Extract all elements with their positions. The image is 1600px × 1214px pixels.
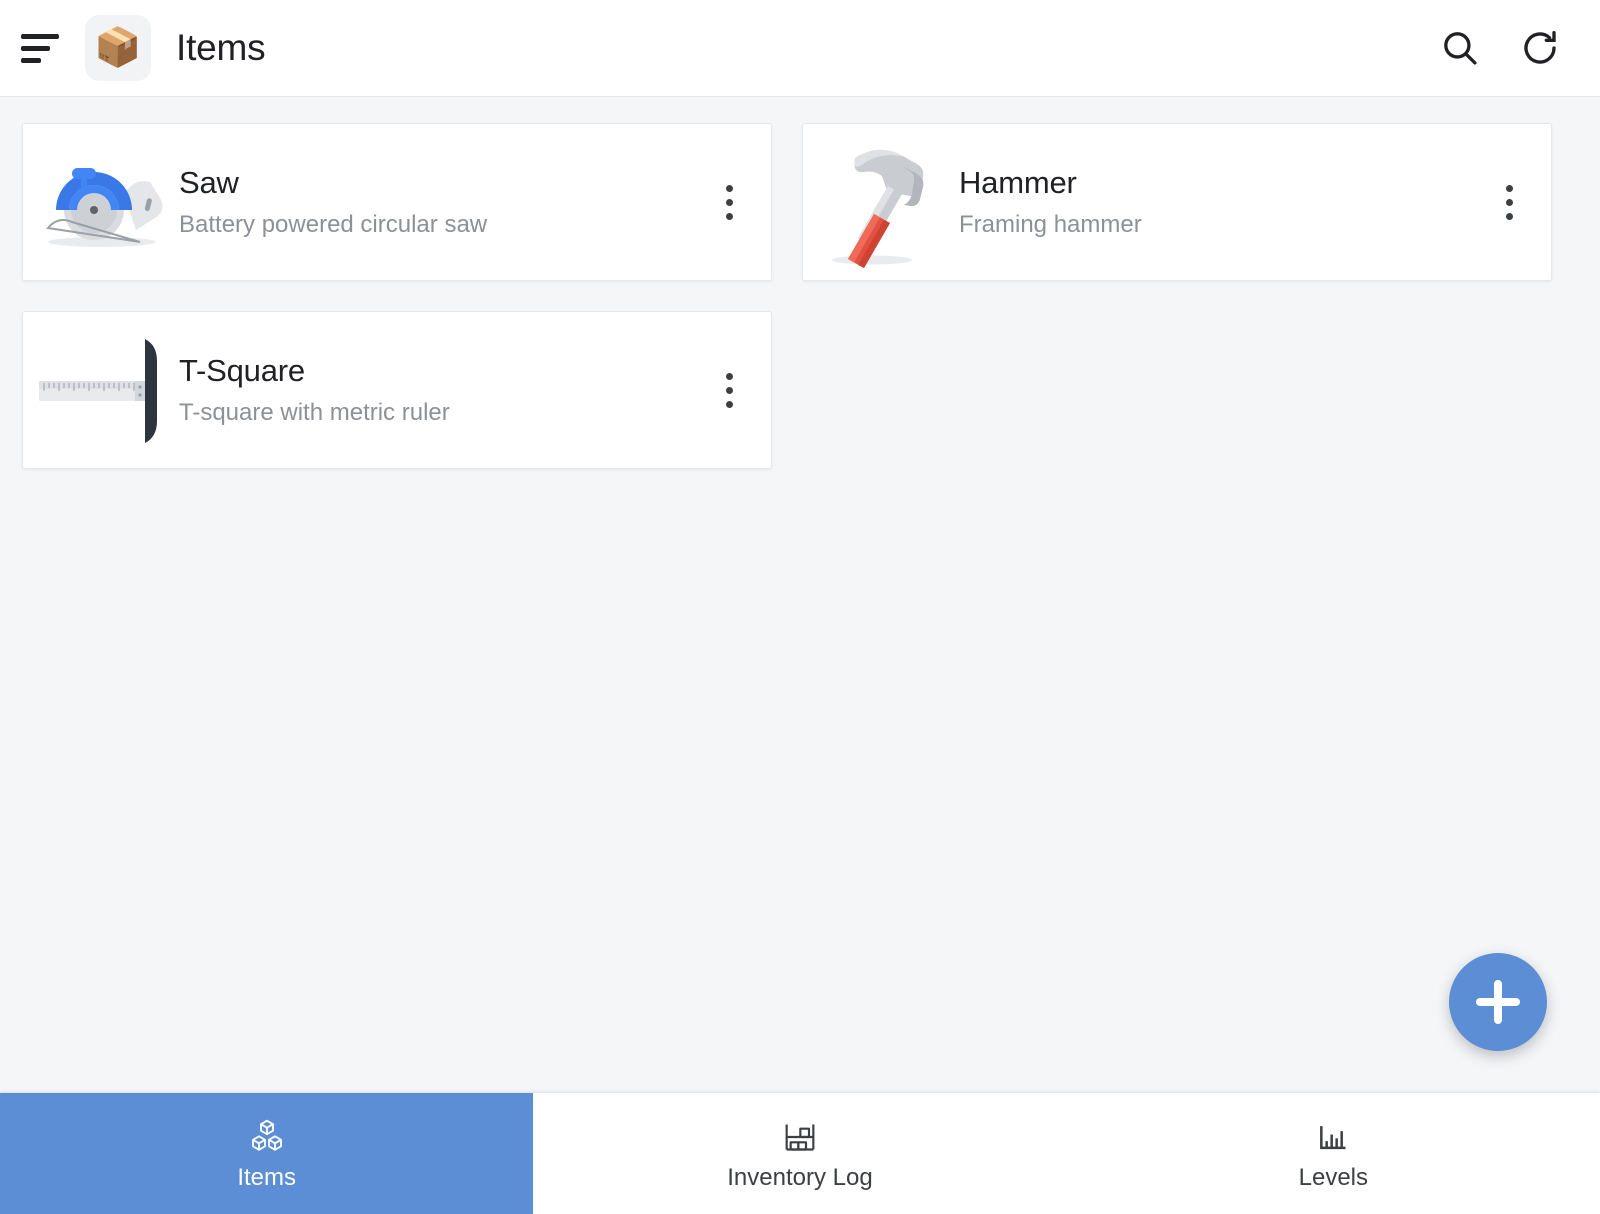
more-vertical-icon-dot — [725, 212, 733, 220]
item-title: Saw — [179, 165, 239, 200]
bar-chart-icon — [1313, 1117, 1353, 1157]
more-vertical-icon-dot — [725, 400, 733, 408]
item-subtitle: Battery powered circular saw — [179, 211, 488, 239]
more-vertical-icon-dot — [1505, 212, 1513, 220]
item-overflow-menu-button[interactable] — [1485, 172, 1533, 232]
refresh-button[interactable] — [1508, 16, 1572, 80]
item-overflow-menu-button[interactable] — [705, 360, 753, 420]
more-vertical-icon-dot — [725, 386, 733, 394]
nav-tab-items[interactable]: Items — [0, 1093, 534, 1214]
item-title: Hammer — [959, 165, 1077, 200]
item-card-grid: Saw Battery powered circular saw Hammer … — [22, 123, 1578, 469]
shelf-rack-icon — [780, 1117, 820, 1157]
nav-tab-label: Inventory Log — [727, 1164, 873, 1191]
item-card-hammer[interactable]: Hammer Framing hammer — [802, 123, 1552, 281]
page-title: Items — [176, 27, 266, 68]
more-vertical-icon-dot — [1505, 184, 1513, 192]
item-overflow-menu-button[interactable] — [705, 172, 753, 232]
item-card-text: Saw Battery powered circular saw — [179, 164, 705, 240]
more-vertical-icon-dot — [725, 198, 733, 206]
menu-line-3 — [21, 57, 41, 63]
item-card-saw[interactable]: Saw Battery powered circular saw — [22, 123, 772, 281]
nav-tab-label: Levels — [1298, 1164, 1368, 1191]
circular-saw-image — [35, 147, 165, 257]
item-card-text: T-Square T-square with metric ruler — [179, 352, 705, 428]
app-root: 📦 Items Saw Battery powered circular saw… — [0, 0, 1600, 1214]
t-square-image — [35, 335, 165, 445]
more-vertical-icon-dot — [725, 372, 733, 380]
item-subtitle: Framing hammer — [959, 211, 1142, 239]
plus-icon-vertical — [1494, 980, 1502, 1024]
nav-tab-inventory-log[interactable]: Inventory Log — [533, 1093, 1066, 1214]
nav-tab-label: Items — [237, 1164, 296, 1191]
nav-tab-levels[interactable]: Levels — [1067, 1093, 1600, 1214]
search-button[interactable] — [1428, 16, 1492, 80]
item-card-text: Hammer Framing hammer — [959, 164, 1485, 240]
hammer-image — [815, 147, 945, 268]
cubes-icon — [247, 1117, 287, 1157]
app-header: 📦 Items — [0, 0, 1600, 97]
item-card-t-square[interactable]: T-Square T-square with metric ruler — [22, 311, 772, 469]
more-vertical-icon-dot — [1505, 198, 1513, 206]
item-title: T-Square — [179, 353, 305, 388]
package-box-icon: 📦 — [85, 15, 151, 81]
sort-menu-icon[interactable] — [18, 25, 64, 71]
menu-line-2 — [21, 45, 50, 51]
items-content: Saw Battery powered circular saw Hammer … — [0, 97, 1600, 1093]
add-item-button[interactable] — [1449, 953, 1547, 1051]
menu-line-1 — [21, 33, 59, 39]
refresh-icon — [1519, 27, 1561, 69]
item-subtitle: T-square with metric ruler — [179, 399, 450, 427]
bottom-navigation: Items Inventory Log Levels — [0, 1093, 1600, 1214]
search-icon — [1439, 27, 1481, 69]
more-vertical-icon-dot — [725, 184, 733, 192]
